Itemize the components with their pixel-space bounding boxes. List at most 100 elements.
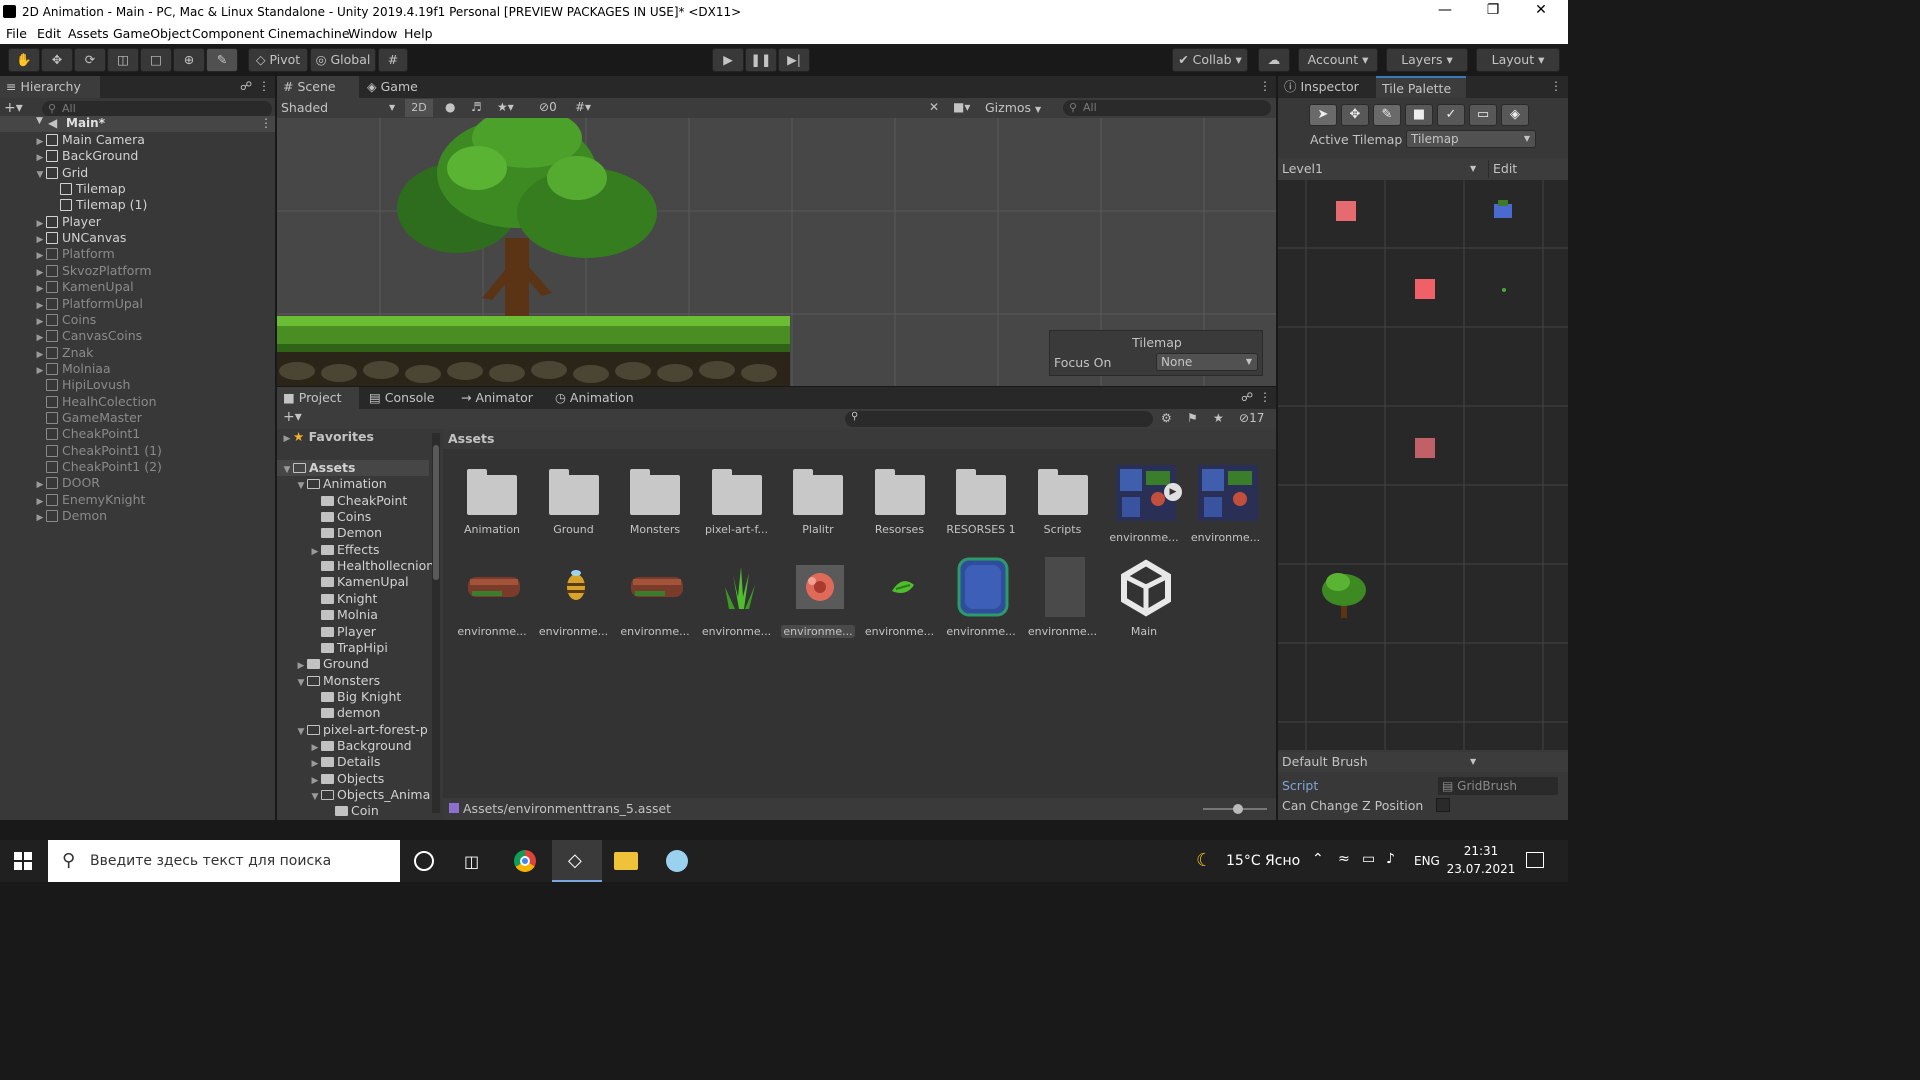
palette-edit-button[interactable]: Edit — [1488, 160, 1526, 178]
focus-on-dropdown[interactable]: None ▼ — [1156, 353, 1258, 371]
inspector-kebab-icon[interactable]: ⋮ — [1550, 79, 1562, 93]
folder-tree-item[interactable]: ▶ Objects — [277, 771, 443, 787]
asset-item[interactable]: environme... — [700, 557, 774, 638]
script-field[interactable]: ▤ GridBrush — [1438, 777, 1558, 795]
folder-tree-item[interactable]: ▼ pixel-art-forest-p — [277, 722, 443, 738]
asset-folder[interactable]: Monsters — [618, 463, 692, 536]
hierarchy-item[interactable]: ▶ UNCanvas — [0, 230, 274, 246]
asset-item[interactable]: environme... — [1026, 557, 1100, 638]
select-tool-icon[interactable]: ➤ — [1309, 104, 1337, 126]
asset-item[interactable]: environme... — [455, 557, 529, 638]
active-tilemap-dropdown[interactable]: Tilemap ▼ — [1406, 130, 1536, 148]
asset-folder[interactable]: Resorses — [863, 463, 937, 536]
unity-taskbar-icon[interactable]: ◇ — [552, 840, 602, 882]
taskbar-search-input[interactable]: ⚲ Введите здесь текст для поиска — [48, 840, 400, 882]
audio-icon[interactable]: ♬ — [471, 100, 482, 114]
scene-search-input[interactable]: ⚲ All — [1063, 100, 1271, 116]
layout-dropdown[interactable]: Layout ▾ — [1476, 48, 1560, 72]
folder-tree-item[interactable]: ▼ Animation — [277, 476, 443, 492]
camera-icon[interactable]: ■▾ — [953, 100, 970, 114]
layers-dropdown[interactable]: Layers ▾ — [1386, 48, 1468, 72]
project-lock-icon[interactable]: ☍ — [1241, 390, 1253, 404]
folder-tree-item[interactable]: Coins — [277, 509, 443, 525]
folder-tree-item[interactable]: Healthollecnion — [277, 558, 443, 574]
step-button[interactable]: ▶| — [778, 48, 810, 72]
hierarchy-item[interactable]: GameMaster — [0, 410, 274, 426]
asset-folder[interactable]: Ground — [537, 463, 611, 536]
favorites-row[interactable]: ▶ ★ Favorites — [277, 429, 429, 445]
menu-file[interactable]: File — [6, 26, 27, 41]
brush-dropdown[interactable]: Default Brush ▼ — [1278, 752, 1568, 772]
hierarchy-item[interactable]: CheakPoint1 (2) — [0, 459, 274, 475]
folder-tree-item[interactable]: Big Knight — [277, 689, 443, 705]
hierarchy-search-input[interactable]: ⚲ All — [42, 101, 272, 117]
favorite-star-icon[interactable]: ★ — [1213, 411, 1224, 425]
hierarchy-item[interactable]: HealhColection — [0, 394, 274, 410]
hierarchy-item[interactable]: ▼ Grid — [0, 165, 274, 181]
2d-toggle[interactable]: 2D — [405, 99, 433, 117]
rect-tool-icon[interactable]: □ — [140, 48, 172, 72]
hierarchy-item[interactable]: Tilemap (1) — [0, 197, 274, 213]
language-indicator[interactable]: ENG — [1414, 854, 1440, 868]
icon-size-slider[interactable] — [1203, 804, 1267, 814]
tab-animator[interactable]: → Animator — [455, 387, 537, 409]
hidden-packages-icon[interactable]: ⊘17 — [1239, 411, 1264, 425]
hierarchy-item[interactable]: ▶ KamenUpal — [0, 279, 274, 295]
global-toggle[interactable]: ◎ Global — [310, 48, 376, 72]
folder-tree-item[interactable]: Demon — [277, 525, 443, 541]
tab-animation[interactable]: ◷ Animation — [549, 387, 639, 409]
close-icon[interactable]: ✕ — [1518, 2, 1564, 22]
play-preview-icon[interactable]: ▶ — [1164, 483, 1182, 501]
folder-tree-item[interactable]: ▶ Effects — [277, 542, 443, 558]
eraser-tool-icon[interactable]: ▭ — [1469, 104, 1497, 126]
hierarchy-item[interactable]: ▶ DOOR — [0, 475, 274, 491]
tray-expand-icon[interactable]: ⌃ — [1312, 851, 1324, 867]
palette-dropdown[interactable]: Level1 ▼ — [1280, 160, 1480, 178]
effects-icon[interactable]: ★▾ — [497, 100, 514, 114]
picker-tool-icon[interactable]: ✓ — [1437, 104, 1465, 126]
tools-icon[interactable]: ✕ — [929, 100, 939, 114]
shading-dropdown[interactable]: Shaded ▼ — [281, 99, 399, 117]
folder-tree-item[interactable]: Molnia — [277, 607, 443, 623]
hierarchy-item[interactable]: ▶ SkvozPlatform — [0, 263, 274, 279]
project-create-button[interactable]: +▾ — [283, 409, 302, 425]
menu-window[interactable]: Window — [348, 26, 397, 41]
hidden-objects-icon[interactable]: ⊘0 — [539, 100, 557, 114]
weather-text[interactable]: 15°C Ясно — [1226, 853, 1300, 869]
hierarchy-item[interactable]: ▶ Coins — [0, 312, 274, 328]
create-button[interactable]: +▾ — [4, 100, 23, 116]
tab-hierarchy[interactable]: ≡ Hierarchy — [0, 76, 100, 98]
kebab-menu-icon[interactable]: ⋮ — [258, 79, 270, 93]
folder-tree-item[interactable]: KamenUpal — [277, 574, 443, 590]
cortana-icon[interactable] — [414, 851, 434, 871]
folder-tree-item[interactable]: Player — [277, 624, 443, 640]
hierarchy-item[interactable]: ▶ EnemyKnight — [0, 492, 274, 508]
collab-dropdown[interactable]: ✔ Collab ▾ — [1172, 48, 1248, 72]
folder-tree-item[interactable]: ▼ Assets — [277, 460, 429, 476]
asset-item[interactable]: Main — [1107, 557, 1181, 638]
can-change-z-checkbox[interactable] — [1436, 798, 1450, 812]
menu-assets[interactable]: Assets — [68, 26, 109, 41]
palette-grid[interactable] — [1278, 180, 1568, 750]
pause-button[interactable]: ❚❚ — [745, 48, 777, 72]
hierarchy-item[interactable]: ▶ Platform — [0, 246, 274, 262]
hierarchy-item[interactable]: ▶ Molniaa — [0, 361, 274, 377]
asset-item[interactable]: environme... — [944, 557, 1018, 638]
hierarchy-item[interactable]: CheakPoint1 — [0, 426, 274, 442]
hierarchy-item[interactable]: ▶ Demon — [0, 508, 274, 524]
folder-tree-item[interactable]: TrapHipi — [277, 640, 443, 656]
restore-icon[interactable]: ❐ — [1470, 2, 1516, 22]
menu-help[interactable]: Help — [404, 26, 433, 41]
battery-icon[interactable]: ▭ — [1362, 851, 1375, 867]
task-view-icon[interactable]: ◫ — [464, 852, 479, 871]
filter-type-icon[interactable]: ⚙ — [1161, 411, 1172, 425]
scale-tool-icon[interactable]: ◫ — [107, 48, 139, 72]
hierarchy-item[interactable]: ▶ PlatformUpal — [0, 296, 274, 312]
folder-tree-item[interactable]: ▼ Objects_Anima — [277, 787, 443, 803]
folder-tree-item[interactable]: ▶ Background — [277, 738, 443, 754]
transform-tool-icon[interactable]: ⊕ — [173, 48, 205, 72]
pivot-toggle[interactable]: ◇ Pivot — [248, 48, 308, 72]
hierarchy-item[interactable]: ▶ Znak — [0, 345, 274, 361]
cloud-icon[interactable]: ☁ — [1258, 48, 1290, 72]
gizmos-dropdown[interactable]: Gizmos ▼ — [985, 99, 1055, 117]
